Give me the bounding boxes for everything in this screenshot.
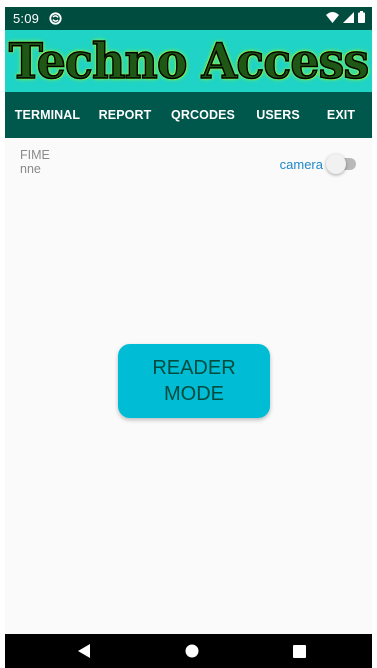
switch-thumb <box>326 154 346 174</box>
back-icon[interactable] <box>75 642 93 660</box>
navigation-bar <box>5 634 372 668</box>
device-screen: 5:09 Techno Access TERMINAL REPORT QRCOD <box>5 7 372 668</box>
battery-icon <box>358 11 365 26</box>
banner-title: Techno Access <box>8 32 370 90</box>
status-time: 5:09 <box>13 11 40 26</box>
reader-button-line-1: READER <box>152 357 236 379</box>
camera-label: camera <box>279 156 323 172</box>
terminal-content: FIME nne camera READER MODE <box>5 138 372 634</box>
tab-report[interactable]: REPORT <box>90 92 160 138</box>
recent-apps-icon[interactable] <box>290 642 308 660</box>
wifi-icon <box>326 11 339 26</box>
sync-icon <box>49 12 62 25</box>
home-icon[interactable] <box>183 642 201 660</box>
info-line-2: nne <box>20 162 41 176</box>
tab-terminal[interactable]: TERMINAL <box>5 92 90 138</box>
camera-switch[interactable] <box>326 154 358 174</box>
info-line-1: FIME <box>20 148 50 162</box>
tab-qrcodes[interactable]: QRCODES <box>160 92 246 138</box>
reader-mode-button[interactable]: READER MODE <box>118 344 270 418</box>
tab-bar: TERMINAL REPORT QRCODES USERS EXIT <box>5 92 372 138</box>
tab-users[interactable]: USERS <box>246 92 310 138</box>
terminal-info: FIME nne <box>20 148 50 176</box>
camera-toggle[interactable]: camera <box>280 154 358 174</box>
tab-exit[interactable]: EXIT <box>310 92 372 138</box>
signal-icon <box>343 11 354 26</box>
app-banner: Techno Access <box>5 30 372 92</box>
status-bar: 5:09 <box>5 7 372 30</box>
reader-button-line-2: MODE <box>164 383 224 405</box>
status-icons <box>326 11 365 26</box>
